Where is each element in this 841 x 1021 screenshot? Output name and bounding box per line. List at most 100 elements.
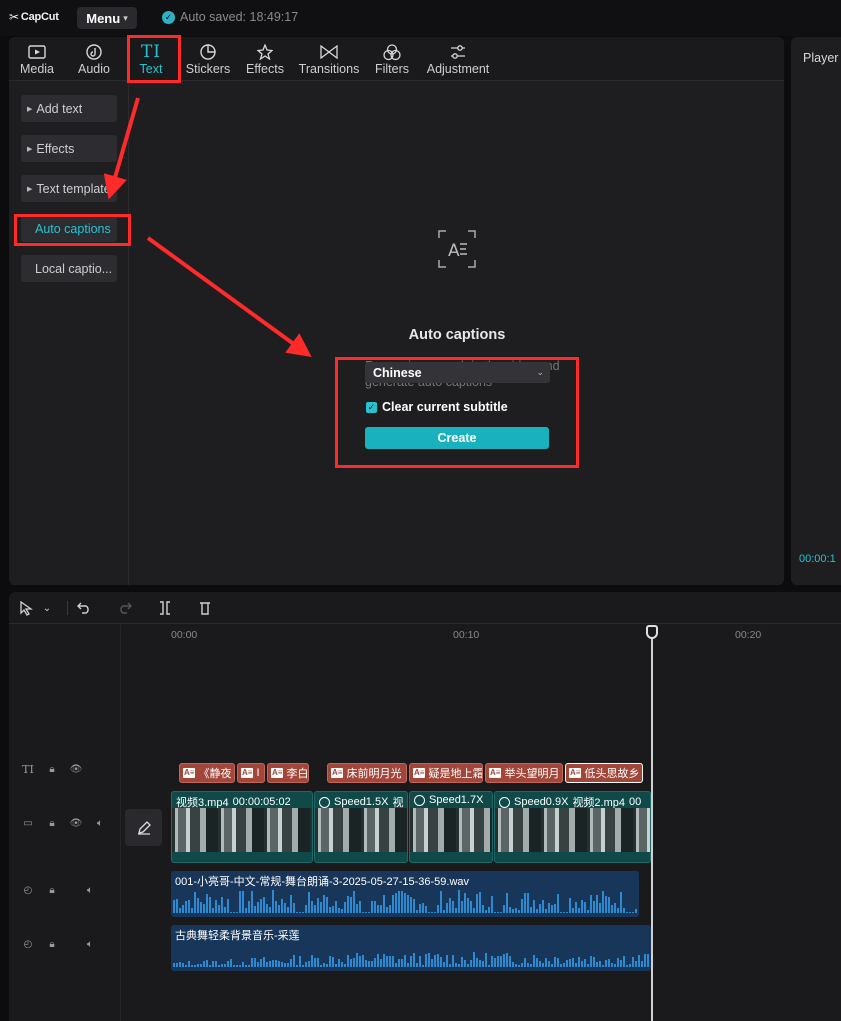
waveform-bar [203,904,205,913]
waveform-bar [566,912,568,913]
waveform-bar [500,955,502,967]
waveform-bar [545,957,547,967]
waveform-bar [239,965,241,967]
waveform-bar [494,912,496,913]
tab-transitions[interactable]: Transitions [297,37,361,81]
speaker-icon[interactable]: 🔈︎ [83,885,97,896]
waveform-bar [572,908,574,913]
text-clip[interactable]: A≡ 床前明月光 [327,763,407,783]
waveform-bar [428,912,430,913]
redo-icon[interactable] [117,599,133,617]
audio-clip-voice[interactable]: 001-小亮哥-中文-常规-舞台朗诵-3-2025-05-27-15-36-59… [171,871,639,917]
tab-effects[interactable]: Effects [243,37,287,81]
tab-filters-label: Filters [374,62,410,76]
tab-stickers[interactable]: Stickers [183,37,233,81]
text-clip[interactable]: A≡ 举头望明月 [485,763,563,783]
audio-clip-music[interactable]: 古典舞轻柔背景音乐-采莲 [171,925,651,971]
text-clip[interactable]: A≡ 《静夜 [179,763,235,783]
waveform-bar [443,961,445,967]
waveform-bar [536,957,538,967]
text-clip-selected[interactable]: A≡ 低头思故乡 [565,763,643,783]
waveform-bar [173,900,175,913]
lock-icon[interactable]: 🔒︎ [45,764,59,775]
video-clip[interactable]: Speed1.5X 视 [314,791,408,863]
waveform-bar [281,961,283,967]
waveform-bar [599,903,601,913]
player-title: Player [803,51,839,65]
sidebar-item-local-captions[interactable]: Local captio... [21,255,117,282]
timeline-ruler[interactable]: 00:00 00:10 00:20 [169,625,841,645]
waveform-bar [389,955,391,967]
waveform-bar [479,892,481,913]
waveform-bar [242,961,244,967]
sidebar-item-effects[interactable]: ▶ Effects [21,135,117,162]
text-clip-label: 低头思故乡 [584,768,640,780]
playhead[interactable] [651,626,653,1021]
waveform-bar [485,909,487,913]
sidebar-item-text-template[interactable]: ▶ Text template [21,175,117,202]
waveform-bar [542,963,544,967]
select-cursor-icon[interactable] [18,599,34,617]
text-clip[interactable]: A≡ 疑是地上霜 [409,763,483,783]
lock-icon[interactable]: 🔒︎ [45,818,59,829]
waveform-bar [644,954,646,967]
waveform-bar [317,897,319,913]
waveform-bar [350,959,352,967]
waveform-bar [212,961,214,967]
speaker-icon[interactable]: 🔈︎ [83,939,97,950]
svg-text:A: A [448,241,460,261]
waveform-bar [221,896,223,913]
waveform-bar [485,953,487,967]
video-clip[interactable]: 视频3.mp4 00:00:05:02 [171,791,313,863]
waveform-bar [524,957,526,967]
toolbar-divider [67,601,68,615]
undo-icon[interactable] [76,599,92,617]
chevron-down-icon[interactable]: ⌄ [40,599,54,617]
video-clip[interactable]: Speed1.7X [409,791,493,863]
eye-icon[interactable]: 👁︎ [69,818,83,829]
waveform-bar [497,955,499,967]
text-clip[interactable]: A≡ 李白 [267,763,309,783]
waveform-bar [584,958,586,967]
waveform-bar [473,952,475,967]
sidebar-item-add-text[interactable]: ▶ Add text [21,95,117,122]
ruler-label: 00:20 [735,629,762,641]
speaker-icon[interactable]: 🔈︎ [93,818,107,829]
edit-cover-button[interactable] [125,809,162,846]
split-icon[interactable] [157,599,173,617]
waveform-bar [536,908,538,913]
tab-audio[interactable]: Audio [75,37,113,81]
waveform-bar [614,963,616,967]
waveform-bar [593,900,595,913]
capcut-logo-icon: ✂ [9,10,19,24]
filters-icon [383,42,401,62]
playhead-handle[interactable] [646,625,658,639]
speed-icon [499,796,510,808]
waveform-bar [236,912,238,913]
waveform-bar [620,892,622,913]
eye-icon[interactable]: 👁︎ [69,764,83,775]
text-clip[interactable]: A≡ I [237,763,265,783]
waveform-bar [515,963,517,967]
waveform-bar [332,905,334,913]
audio-clip-label: 古典舞轻柔背景音乐-采莲 [175,930,300,942]
waveform-bar [557,894,559,913]
lock-icon[interactable]: 🔒︎ [45,939,59,950]
menu-button[interactable]: Menu ▾ [77,7,137,29]
waveform-bar [275,901,277,913]
tab-media[interactable]: Media [17,37,57,81]
waveform-bar [239,891,241,913]
tab-adjustment[interactable]: Adjustment [423,37,493,81]
video-clip[interactable]: Speed0.9X 视频2.mp4 00 [494,791,651,863]
waveform-bar [365,960,367,967]
waveform-bar [623,908,625,913]
tab-filters[interactable]: Filters [373,37,411,81]
media-icon [28,42,46,62]
lock-icon[interactable]: 🔒︎ [45,885,59,896]
waveform-bar [356,903,358,913]
waveform-bar [248,901,250,913]
delete-icon[interactable] [197,599,213,617]
audio-track-icon: ◴ [23,884,33,896]
waveform-bar [263,896,265,913]
waveform-bar [491,955,493,967]
